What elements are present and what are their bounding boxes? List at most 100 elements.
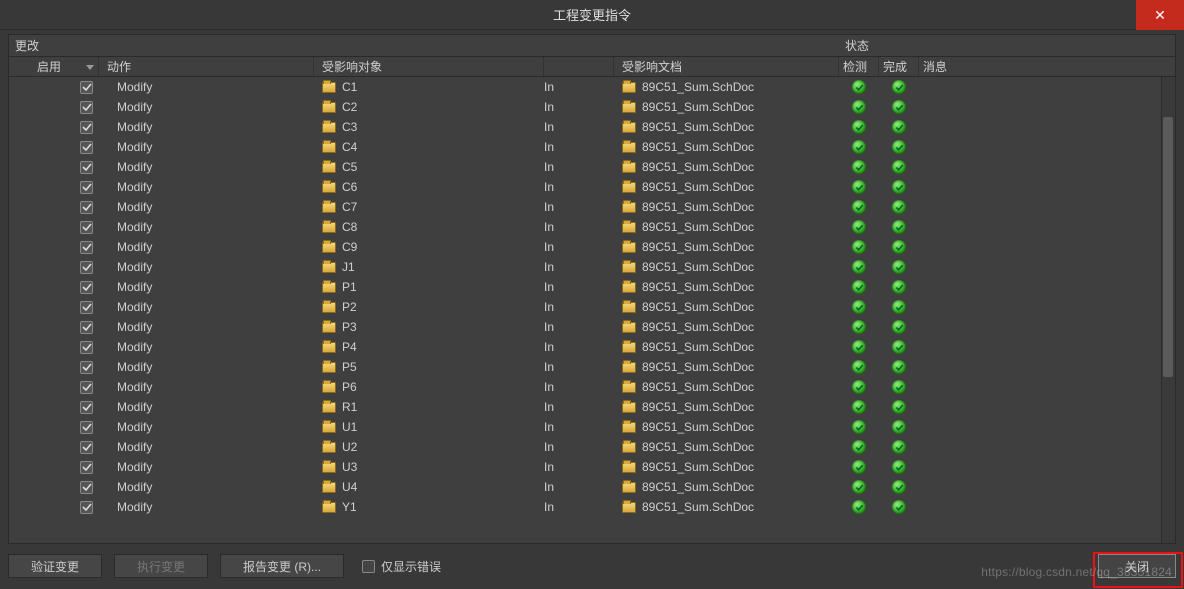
only-errors-checkbox[interactable]: 仅显示错误 [362, 558, 441, 575]
check-ok-icon [852, 320, 866, 334]
cell-message [919, 257, 1175, 277]
table-row[interactable]: ModifyP6In89C51_Sum.SchDoc [9, 377, 1175, 397]
table-row[interactable]: ModifyC1In89C51_Sum.SchDoc [9, 77, 1175, 97]
enable-checkbox[interactable] [80, 381, 93, 394]
col-enable[interactable]: 启用 [9, 57, 99, 76]
enable-checkbox[interactable] [80, 301, 93, 314]
table-row[interactable]: ModifyC4In89C51_Sum.SchDoc [9, 137, 1175, 157]
scrollbar[interactable] [1161, 77, 1175, 543]
table-row[interactable]: ModifyP3In89C51_Sum.SchDoc [9, 317, 1175, 337]
table-row[interactable]: ModifyC7In89C51_Sum.SchDoc [9, 197, 1175, 217]
report-button[interactable]: 报告变更 (R)... [220, 554, 344, 578]
table-row[interactable]: ModifyU1In89C51_Sum.SchDoc [9, 417, 1175, 437]
table-row[interactable]: ModifyU3In89C51_Sum.SchDoc [9, 457, 1175, 477]
enable-checkbox[interactable] [80, 261, 93, 274]
table-row[interactable]: ModifyP4In89C51_Sum.SchDoc [9, 337, 1175, 357]
cell-message [919, 117, 1175, 137]
check-ok-icon [892, 260, 906, 274]
table-row[interactable]: ModifyP5In89C51_Sum.SchDoc [9, 357, 1175, 377]
cell-object: C5 [314, 157, 544, 177]
col-action[interactable]: 动作 [99, 57, 314, 76]
table-row[interactable]: ModifyU4In89C51_Sum.SchDoc [9, 477, 1175, 497]
enable-checkbox[interactable] [80, 241, 93, 254]
enable-checkbox[interactable] [80, 321, 93, 334]
enable-checkbox[interactable] [80, 201, 93, 214]
enable-checkbox[interactable] [80, 81, 93, 94]
enable-checkbox[interactable] [80, 341, 93, 354]
enable-checkbox[interactable] [80, 101, 93, 114]
col-detect[interactable]: 检测 [839, 57, 879, 76]
folder-icon [622, 142, 636, 153]
validate-button[interactable]: 验证变更 [8, 554, 102, 578]
cell-doc: 89C51_Sum.SchDoc [614, 477, 839, 497]
enable-checkbox[interactable] [80, 441, 93, 454]
close-button[interactable]: ✕ [1136, 0, 1184, 30]
cell-action: Modify [99, 157, 314, 177]
cell-doc: 89C51_Sum.SchDoc [614, 97, 839, 117]
col-done[interactable]: 完成 [879, 57, 919, 76]
col-message[interactable]: 消息 [919, 57, 1175, 76]
check-ok-icon [852, 300, 866, 314]
scrollbar-thumb[interactable] [1163, 117, 1173, 377]
cell-object: C6 [314, 177, 544, 197]
enable-checkbox[interactable] [80, 401, 93, 414]
cell-message [919, 97, 1175, 117]
cell-object: C8 [314, 217, 544, 237]
folder-icon [322, 462, 336, 473]
cell-message [919, 457, 1175, 477]
enable-checkbox[interactable] [80, 461, 93, 474]
check-ok-icon [892, 380, 906, 394]
table-row[interactable]: ModifyC9In89C51_Sum.SchDoc [9, 237, 1175, 257]
enable-checkbox[interactable] [80, 481, 93, 494]
folder-icon [622, 182, 636, 193]
enable-checkbox[interactable] [80, 421, 93, 434]
folder-icon [622, 262, 636, 273]
cell-message [919, 337, 1175, 357]
col-doc[interactable]: 受影响文档 [614, 57, 839, 76]
close-dialog-button[interactable]: 关闭 [1098, 554, 1176, 578]
cell-doc: 89C51_Sum.SchDoc [614, 157, 839, 177]
table-row[interactable]: ModifyC6In89C51_Sum.SchDoc [9, 177, 1175, 197]
enable-checkbox[interactable] [80, 161, 93, 174]
table-row[interactable]: ModifyC5In89C51_Sum.SchDoc [9, 157, 1175, 177]
enable-checkbox[interactable] [80, 141, 93, 154]
cell-in: In [544, 197, 614, 217]
table-row[interactable]: ModifyC2In89C51_Sum.SchDoc [9, 97, 1175, 117]
cell-message [919, 177, 1175, 197]
enable-checkbox[interactable] [80, 221, 93, 234]
check-ok-icon [892, 420, 906, 434]
cell-doc: 89C51_Sum.SchDoc [614, 337, 839, 357]
cell-in: In [544, 157, 614, 177]
cell-doc: 89C51_Sum.SchDoc [614, 437, 839, 457]
cell-doc: 89C51_Sum.SchDoc [614, 357, 839, 377]
check-ok-icon [892, 140, 906, 154]
check-ok-icon [852, 200, 866, 214]
enable-checkbox[interactable] [80, 181, 93, 194]
table-row[interactable]: ModifyC8In89C51_Sum.SchDoc [9, 217, 1175, 237]
table-row[interactable]: ModifyC3In89C51_Sum.SchDoc [9, 117, 1175, 137]
cell-doc: 89C51_Sum.SchDoc [614, 77, 839, 97]
cell-action: Modify [99, 437, 314, 457]
enable-checkbox[interactable] [80, 281, 93, 294]
folder-icon [622, 322, 636, 333]
enable-checkbox[interactable] [80, 501, 93, 514]
cell-in: In [544, 177, 614, 197]
cell-doc: 89C51_Sum.SchDoc [614, 217, 839, 237]
table-row[interactable]: ModifyJ1In89C51_Sum.SchDoc [9, 257, 1175, 277]
cell-in: In [544, 497, 614, 517]
column-header-row: 启用 动作 受影响对象 受影响文档 检测 完成 消息 [9, 57, 1175, 77]
table-row[interactable]: ModifyU2In89C51_Sum.SchDoc [9, 437, 1175, 457]
table-row[interactable]: ModifyR1In89C51_Sum.SchDoc [9, 397, 1175, 417]
execute-button[interactable]: 执行变更 [114, 554, 208, 578]
table-row[interactable]: ModifyY1In89C51_Sum.SchDoc [9, 497, 1175, 517]
table-row[interactable]: ModifyP1In89C51_Sum.SchDoc [9, 277, 1175, 297]
table-row[interactable]: ModifyP2In89C51_Sum.SchDoc [9, 297, 1175, 317]
footer: 验证变更 执行变更 报告变更 (R)... 仅显示错误 关闭 [8, 549, 1176, 583]
enable-checkbox[interactable] [80, 361, 93, 374]
cell-object: C3 [314, 117, 544, 137]
cell-in: In [544, 217, 614, 237]
col-object[interactable]: 受影响对象 [314, 57, 544, 76]
check-ok-icon [852, 240, 866, 254]
cell-doc: 89C51_Sum.SchDoc [614, 117, 839, 137]
enable-checkbox[interactable] [80, 121, 93, 134]
